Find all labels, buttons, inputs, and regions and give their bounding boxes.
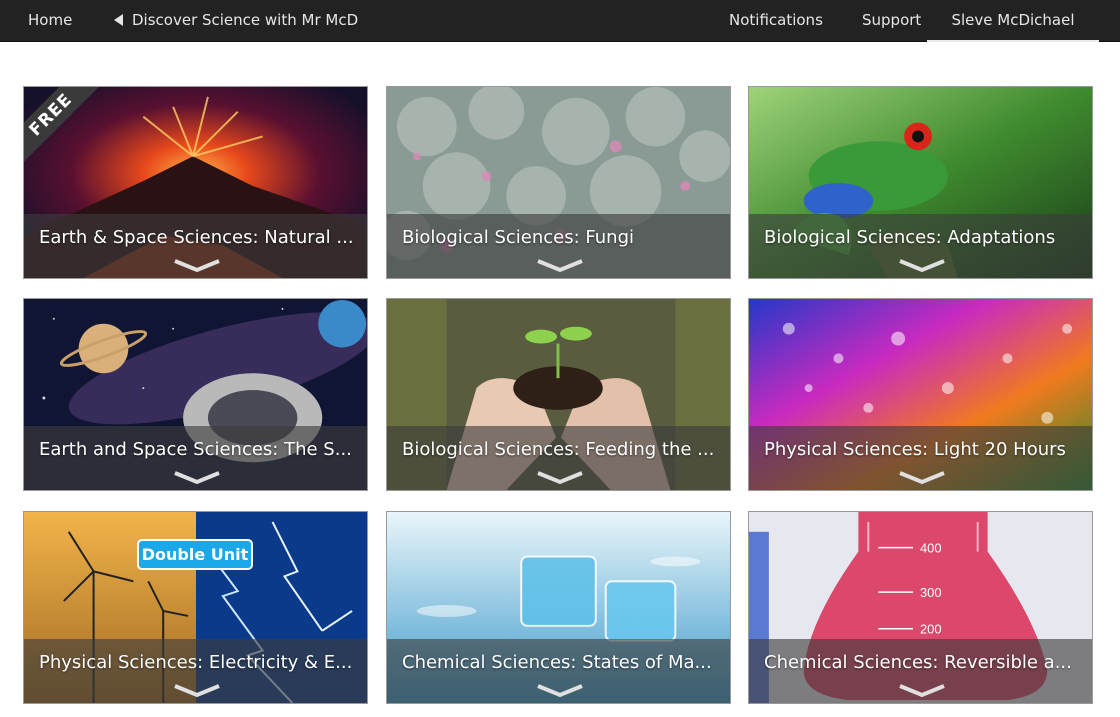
card-title: Earth & Space Sciences: Natural ... <box>39 227 354 248</box>
card-title: Chemical Sciences: States of Ma... <box>402 652 712 673</box>
course-card-reversible[interactable]: 400 300 200 Chemical Sciences: Reversibl… <box>748 511 1093 704</box>
card-title: Physical Sciences: Light 20 Hours <box>764 439 1066 460</box>
nav-course-label: Discover Science with Mr McD <box>132 11 359 29</box>
nav-support-link[interactable]: Support <box>862 0 921 42</box>
chevron-down-icon[interactable] <box>536 684 584 698</box>
chevron-down-icon[interactable] <box>898 684 946 698</box>
card-title: Biological Sciences: Fungi <box>402 227 635 248</box>
course-card-adaptations[interactable]: Biological Sciences: Adaptations <box>748 86 1093 279</box>
double-unit-badge: Double Unit <box>137 539 253 570</box>
flask-mark-200: 200 <box>920 622 942 637</box>
top-navbar: Home Discover Science with Mr McD Notifi… <box>0 0 1120 42</box>
card-title: Chemical Sciences: Reversible a... <box>764 652 1072 673</box>
card-title: Earth and Space Sciences: The S... <box>39 439 352 460</box>
back-triangle-icon <box>114 14 123 26</box>
chevron-down-icon[interactable] <box>173 259 221 273</box>
chevron-down-icon[interactable] <box>536 471 584 485</box>
flask-mark-400: 400 <box>920 541 942 556</box>
chevron-down-icon[interactable] <box>536 259 584 273</box>
chevron-down-icon[interactable] <box>898 259 946 273</box>
course-card-fungi[interactable]: Biological Sciences: Fungi <box>386 86 731 279</box>
course-card-feeding[interactable]: Biological Sciences: Feeding the ... <box>386 298 731 491</box>
course-card-natural-hazards[interactable]: FREE Earth & Space Sciences: Natural ... <box>23 86 368 279</box>
nav-notifications-link[interactable]: Notifications <box>729 0 823 42</box>
card-title: Biological Sciences: Feeding the ... <box>402 439 715 460</box>
card-title: Physical Sciences: Electricity & E... <box>39 652 353 673</box>
card-title: Biological Sciences: Adaptations <box>764 227 1056 248</box>
course-card-electricity[interactable]: Double Unit Physical Sciences: Electrici… <box>23 511 368 704</box>
nav-user-menu[interactable]: Sleve McDichael <box>927 0 1099 42</box>
course-card-states-of-matter[interactable]: Chemical Sciences: States of Ma... <box>386 511 731 704</box>
nav-course-back-link[interactable]: Discover Science with Mr McD <box>114 0 358 42</box>
course-card-light[interactable]: Physical Sciences: Light 20 Hours <box>748 298 1093 491</box>
chevron-down-icon[interactable] <box>898 471 946 485</box>
nav-home-link[interactable]: Home <box>28 0 72 42</box>
chevron-down-icon[interactable] <box>173 471 221 485</box>
chevron-down-icon[interactable] <box>173 684 221 698</box>
course-card-space[interactable]: Earth and Space Sciences: The S... <box>23 298 368 491</box>
flask-mark-300: 300 <box>920 585 942 600</box>
